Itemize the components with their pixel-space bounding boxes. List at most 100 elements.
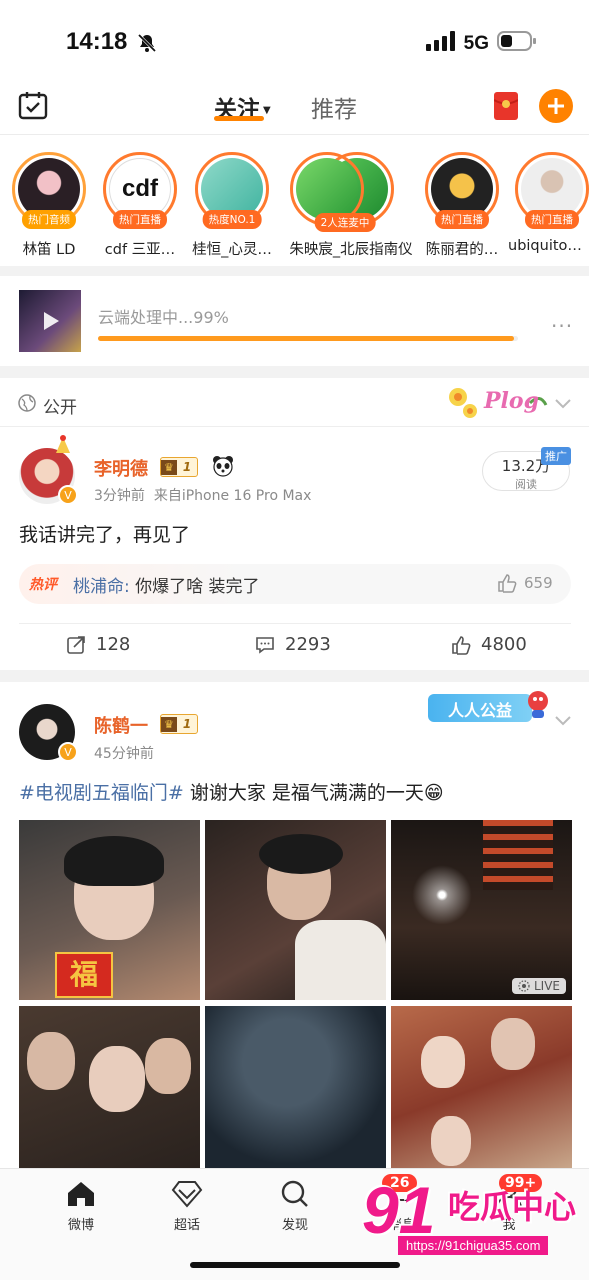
- globe-icon: [18, 394, 36, 416]
- story-item[interactable]: 2人连麦中 朱映宸_北辰指南仪: [289, 152, 413, 259]
- story-badge: 2人连麦中: [314, 213, 376, 232]
- section-divider: [0, 366, 589, 378]
- story-badge: 热门音频: [22, 210, 76, 229]
- repost-icon: [67, 635, 85, 654]
- header-divider: [0, 134, 589, 135]
- post-image[interactable]: [19, 1006, 200, 1168]
- story-item[interactable]: 热门音频 林笛 LD: [9, 152, 89, 259]
- charity-badge: 人人公益: [428, 690, 550, 726]
- mute-bell-icon: [136, 32, 158, 58]
- nav-super-topic[interactable]: 超话: [147, 1180, 227, 1233]
- upload-thumbnail: [19, 290, 81, 352]
- nav-discover-label: 发现: [281, 1218, 308, 1233]
- story-badge: 热门直播: [525, 210, 579, 229]
- story-name: 林笛 LD: [22, 242, 76, 258]
- post-text: 我话讲完了，再见了: [19, 524, 191, 546]
- chevron-down-icon[interactable]: [554, 712, 572, 731]
- verified-badge-icon: V: [58, 742, 78, 766]
- chevron-down-icon[interactable]: [554, 395, 572, 414]
- visibility-label: 公开: [43, 398, 77, 418]
- read-count-label: 阅读: [515, 478, 537, 491]
- story-badge: 热度NO.1: [202, 210, 262, 229]
- member-level-badge: ♛ 1: [160, 457, 199, 477]
- hot-comment-content: 桃浦命: 你爆了啥 装完了: [73, 572, 260, 597]
- charity-badge-text: 人人公益: [448, 701, 513, 720]
- post-image[interactable]: [391, 1006, 572, 1168]
- story-item[interactable]: 热门直播 ubiquitou…: [508, 152, 589, 254]
- post-card: V 李明德 ♛ 1 3分钟前 来自iPhone 16 Pro Max 13.2万…: [0, 427, 589, 669]
- add-post-button[interactable]: [539, 89, 573, 127]
- home-icon: [68, 1182, 94, 1206]
- party-hat-icon: [52, 435, 74, 459]
- member-level-badge: ♛ 1: [160, 714, 199, 734]
- signal-icon: [425, 31, 456, 56]
- story-name: 桂恒_心灵…: [192, 242, 272, 258]
- live-photo-label: LIVE: [533, 979, 560, 993]
- svg-text:V: V: [64, 489, 72, 502]
- post-author[interactable]: 李明德: [94, 455, 148, 481]
- comment-button[interactable]: 2293: [255, 634, 331, 655]
- hot-comment-likes: 659: [524, 574, 553, 592]
- repost-button[interactable]: 128: [66, 634, 130, 655]
- like-button[interactable]: 4800: [451, 634, 527, 655]
- story-badge: 热门直播: [113, 210, 167, 229]
- nav-super-topic-label: 超话: [173, 1218, 200, 1233]
- watermark-name: 吃瓜中心: [448, 1188, 577, 1226]
- nav-home[interactable]: 微博: [41, 1180, 121, 1233]
- battery-icon: [497, 30, 537, 57]
- post-image[interactable]: [205, 1006, 386, 1168]
- live-photo-tag: LIVE: [511, 978, 566, 994]
- repost-count: 128: [96, 634, 131, 655]
- post-text-body: 谢谢大家 是福气满满的一天😁: [183, 782, 444, 804]
- nav-home-label: 微博: [67, 1218, 94, 1233]
- story-item[interactable]: 热门直播 陈丽君的…: [422, 152, 502, 259]
- hot-comment-tag: 热评: [29, 577, 57, 593]
- home-indicator: [190, 1262, 400, 1268]
- post-time: 3分钟前: [94, 488, 145, 504]
- post-author[interactable]: 陈鹤一: [94, 712, 148, 738]
- tab-recommend[interactable]: 推荐: [311, 90, 357, 124]
- fu-sign: 福: [55, 952, 113, 998]
- thumbs-up-icon: [452, 635, 471, 655]
- search-icon: [281, 1180, 308, 1207]
- hot-comment-text: 你爆了啥 装完了: [129, 577, 260, 597]
- comment-count: 2293: [285, 634, 331, 655]
- crown-icon: ♛: [161, 459, 177, 475]
- post-time: 45分钟前: [94, 746, 154, 762]
- promo-tag: 推广: [541, 447, 571, 465]
- row-divider: [19, 623, 571, 624]
- plog-sticker-text: Plog: [484, 388, 539, 414]
- thumbs-up-icon[interactable]: [497, 573, 517, 597]
- story-name: 陈丽君的…: [425, 242, 499, 258]
- story-item[interactable]: 热度NO.1 桂恒_心灵…: [192, 152, 272, 259]
- hot-comment-user[interactable]: 桃浦命:: [73, 577, 130, 597]
- crown-icon: ♛: [161, 716, 177, 732]
- story-badge: 热门直播: [435, 210, 489, 229]
- post-image[interactable]: [205, 820, 386, 1000]
- topic-link[interactable]: #电视剧五福临门#: [19, 782, 184, 804]
- red-envelope-icon[interactable]: [493, 92, 519, 124]
- comment-icon: [256, 636, 274, 654]
- upload-progress-fill: [98, 336, 514, 341]
- section-divider: [0, 266, 589, 276]
- story-item[interactable]: cdf 热门直播 cdf 三亚…: [100, 152, 180, 259]
- plog-sticker: Plog: [444, 383, 548, 423]
- like-count: 4800: [481, 634, 527, 655]
- svg-text:V: V: [64, 746, 72, 759]
- story-name: cdf 三亚…: [104, 242, 176, 258]
- avatar: [296, 158, 358, 220]
- diamond-icon: [171, 1181, 203, 1208]
- more-icon[interactable]: ···: [551, 314, 573, 338]
- post-image[interactable]: LIVE: [391, 820, 572, 1000]
- post-card: V 陈鹤一 ♛ 1 45分钟前 人人公益 #电视剧五福临门# 谢谢大家 是福气满…: [0, 682, 589, 1168]
- checkin-calendar-icon[interactable]: [18, 90, 48, 124]
- status-time: 14:18: [66, 28, 128, 55]
- member-level-value: 1: [182, 460, 192, 474]
- post-meta: 3分钟前 来自iPhone 16 Pro Max: [94, 485, 311, 505]
- live-photo-icon: [518, 980, 530, 992]
- post-image[interactable]: 福: [19, 820, 200, 1000]
- nav-discover[interactable]: 发现: [255, 1180, 335, 1233]
- story-name: ubiquitou…: [508, 238, 589, 254]
- hot-comment[interactable]: 热评 桃浦命: 你爆了啥 装完了 659: [19, 564, 571, 604]
- chevron-down-icon: ▼: [263, 105, 271, 116]
